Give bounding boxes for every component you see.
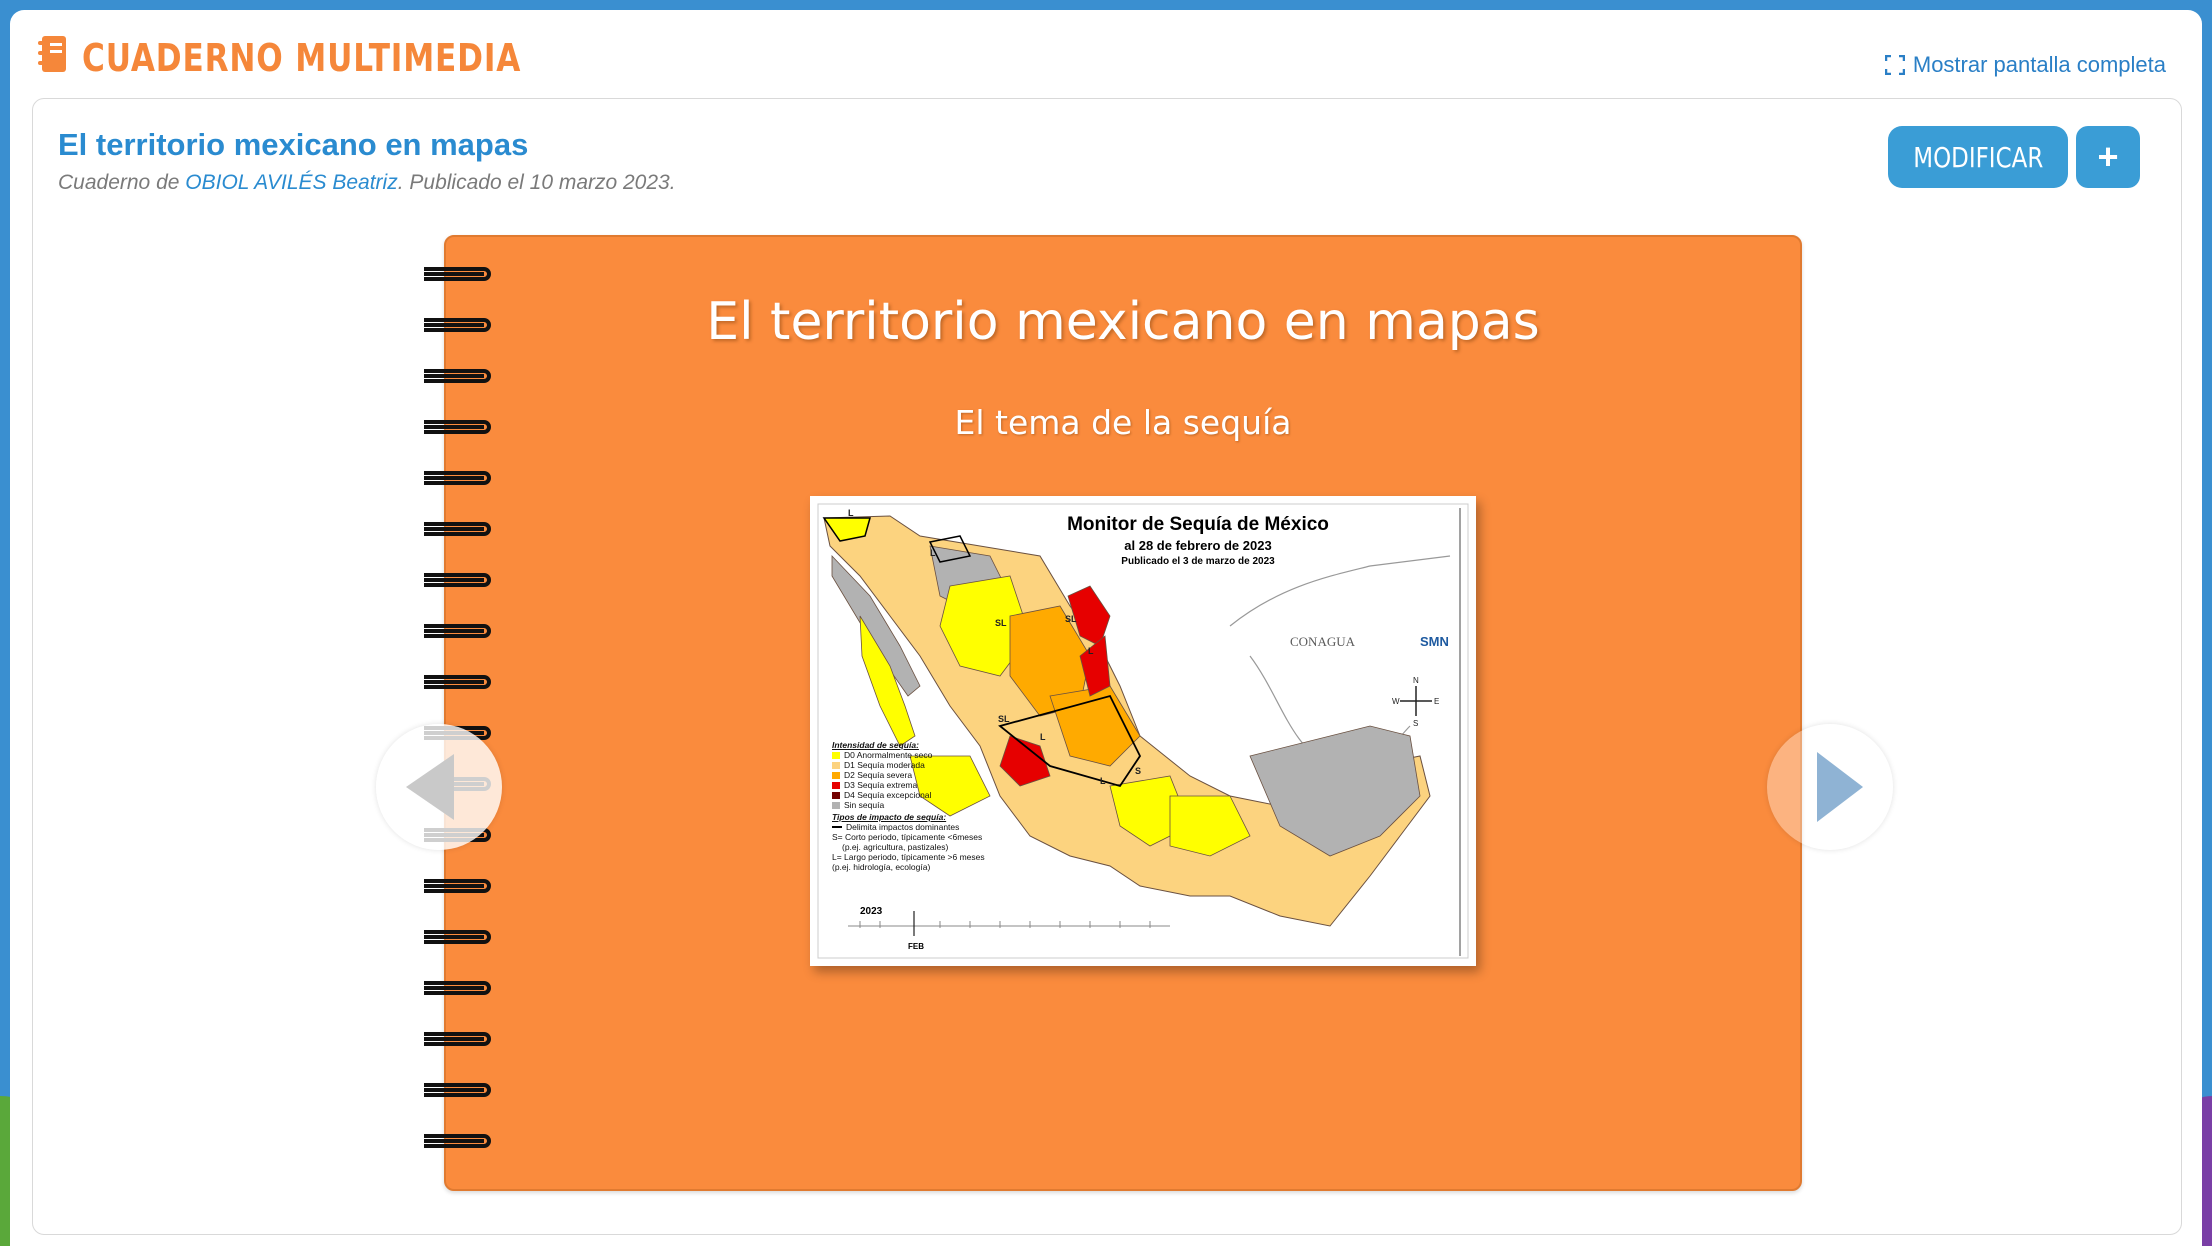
- page-container: CUADERNO MULTIMEDIA Mostrar pantalla com…: [10, 10, 2202, 1246]
- spiral-ring: [424, 981, 491, 995]
- spiral-ring: [424, 1032, 491, 1046]
- fullscreen-label: Mostrar pantalla completa: [1912, 52, 2166, 77]
- legend-item: D1 Sequía moderada: [832, 760, 985, 770]
- svg-text:L: L: [1040, 732, 1046, 742]
- map-title: Monitor de Sequía de México: [1067, 514, 1329, 535]
- meta-suffix: . Publicado el 10 marzo 2023.: [397, 171, 676, 194]
- fullscreen-link[interactable]: Mostrar pantalla completa: [1884, 52, 2166, 78]
- expand-icon: [1884, 55, 1905, 75]
- previous-slide-button[interactable]: [376, 724, 502, 850]
- spiral-ring: [424, 624, 491, 638]
- top-bar: CUADERNO MULTIMEDIA Mostrar pantalla com…: [10, 10, 2202, 100]
- smn-logo: SMN: [1420, 634, 1449, 649]
- svg-text:SL: SL: [995, 618, 1007, 628]
- meta-prefix: Cuaderno de: [58, 171, 186, 194]
- spiral-ring: [424, 471, 491, 485]
- legend-item: D3 Sequía extrema: [832, 780, 985, 790]
- svg-text:E: E: [1434, 697, 1439, 706]
- spiral-ring: [424, 1134, 491, 1148]
- modify-label: MODIFICAR: [1912, 140, 2043, 174]
- notebook-page: El territorio mexicano en mapas El tema …: [424, 235, 1802, 1191]
- legend-item: D0 Anormalmente seco: [832, 750, 985, 760]
- legend-item: Sin sequía: [832, 800, 985, 810]
- arrow-right-icon: [1817, 752, 1863, 822]
- app-title[interactable]: CUADERNO MULTIMEDIA: [82, 36, 521, 80]
- notebook-meta: Cuaderno de OBIOL AVILÉS Beatriz. Public…: [58, 171, 676, 195]
- drought-map-image[interactable]: SL SL L SL L L S L L N S W E Monitor de …: [810, 496, 1476, 966]
- spiral-ring: [424, 675, 491, 689]
- svg-text:N: N: [1413, 676, 1419, 685]
- impact-short: S= Corto periodo, típicamente <6meses: [832, 832, 983, 842]
- svg-text:W: W: [1392, 697, 1400, 706]
- modify-button[interactable]: MODIFICAR: [1888, 126, 2068, 188]
- slide-subtitle: El tema de la sequía: [954, 403, 1292, 442]
- add-button[interactable]: +: [2076, 126, 2140, 188]
- author-link[interactable]: OBIOL AVILÉS Beatriz: [185, 171, 397, 194]
- impact-long-example: (p.ej. hidrología, ecología): [832, 862, 931, 872]
- spiral-ring: [424, 267, 491, 281]
- impact-line-item: Delimita impactos dominantes: [832, 822, 985, 832]
- svg-text:L: L: [1100, 776, 1106, 786]
- notebook-panel: El territorio mexicano en mapas Cuaderno…: [32, 98, 2182, 1235]
- next-slide-button[interactable]: [1767, 724, 1893, 850]
- svg-text:S: S: [1413, 719, 1418, 728]
- legend-item: D2 Sequía severa: [832, 770, 985, 780]
- spiral-ring: [424, 573, 491, 587]
- timeline-month: FEB: [908, 942, 924, 951]
- spiral-ring: [424, 522, 491, 536]
- svg-text:SL: SL: [1065, 614, 1077, 624]
- notebook-logo-icon: [38, 36, 66, 72]
- notebook-title: El territorio mexicano en mapas: [58, 127, 529, 162]
- map-date: al 28 de febrero de 2023: [1124, 538, 1272, 553]
- conagua-logo: CONAGUA: [1290, 634, 1355, 649]
- arrow-left-icon: [406, 754, 454, 820]
- spiral-ring: [424, 369, 491, 383]
- svg-text:L: L: [1088, 646, 1094, 656]
- spiral-ring: [424, 1083, 491, 1097]
- legend-item: D4 Sequía excepcional: [832, 790, 985, 800]
- legend-heading: Intensidad de sequía:: [832, 740, 919, 750]
- impact-heading: Tipos de impacto de sequía:: [832, 812, 947, 822]
- svg-text:SL: SL: [998, 714, 1010, 724]
- impact-short-example: (p.ej. agricultura, pastizales): [842, 842, 949, 852]
- map-published: Publicado el 3 de marzo de 2023: [1121, 556, 1275, 567]
- spiral-ring: [424, 930, 491, 944]
- spiral-ring: [424, 879, 491, 893]
- timeline-year: 2023: [860, 906, 883, 917]
- map-legend: Intensidad de sequía: D0 Anormalmente se…: [832, 740, 985, 872]
- slide-title: El territorio mexicano en mapas: [706, 292, 1540, 352]
- svg-text:S: S: [1135, 766, 1141, 776]
- impact-long: L= Largo periodo, típicamente >6 meses: [832, 852, 985, 862]
